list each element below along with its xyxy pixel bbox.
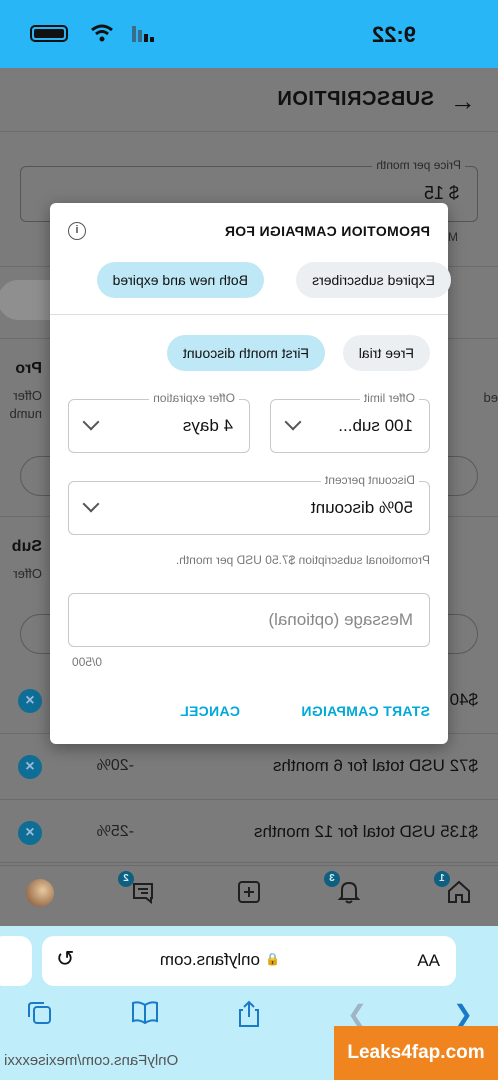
- promotions-sub-2: numb: [9, 406, 42, 421]
- promotions-sub-right: ed: [483, 390, 498, 405]
- info-icon[interactable]: i: [68, 222, 86, 240]
- promotions-sub: Offer: [13, 388, 42, 403]
- start-campaign-button[interactable]: START CAMPAIGN: [301, 703, 430, 719]
- price-label: Price per month: [372, 158, 465, 172]
- wifi-icon: [91, 24, 113, 42]
- messages-badge: 2: [118, 871, 134, 887]
- message-field[interactable]: Message (optional): [68, 593, 430, 647]
- messages-icon[interactable]: 2: [118, 871, 158, 909]
- bundles-title: Sub: [11, 538, 42, 555]
- home-icon[interactable]: 1: [434, 871, 474, 909]
- bookmarks-icon[interactable]: [130, 1000, 160, 1030]
- status-bar: 9:22: [0, 0, 498, 68]
- mirrored-screen: 9:22 ← SUBSCRIPTION Price per month $ 15…: [0, 0, 498, 1080]
- url-text: onlyfans.com: [159, 950, 260, 969]
- bundle-text: $135 USD total for 12 months: [254, 822, 478, 841]
- arrow-back-icon[interactable]: ←: [450, 86, 476, 117]
- address-bar[interactable]: AA 🔒 onlyfans.com ↻: [42, 936, 456, 986]
- avatar[interactable]: [26, 879, 54, 907]
- divider: [50, 314, 448, 315]
- chevron-down-icon: [82, 495, 100, 513]
- text-size-button[interactable]: AA: [417, 951, 440, 971]
- page-header: ← SUBSCRIPTION: [0, 68, 498, 132]
- reload-icon[interactable]: ↻: [56, 946, 74, 972]
- dialog-title: PROMOTION CAMPAIGN FOR: [224, 223, 430, 239]
- remove-icon[interactable]: ×: [18, 821, 42, 845]
- offer-expiration-select[interactable]: Offer expiration 4 days: [68, 391, 250, 453]
- lock-icon: 🔒: [265, 952, 280, 966]
- offer-expiration-value: 4 days: [182, 416, 233, 435]
- cellular-signal-icon: [132, 26, 154, 42]
- chip-first-month-discount[interactable]: First month discount: [166, 335, 325, 371]
- promotion-campaign-dialog: PROMOTION CAMPAIGN FOR i Expired subscri…: [50, 203, 451, 744]
- bell-icon[interactable]: 3: [324, 871, 364, 909]
- remove-icon[interactable]: ×: [18, 755, 42, 779]
- chevron-down-icon: [284, 413, 302, 431]
- chip-expired-subscribers[interactable]: Expired subscribers: [296, 262, 451, 298]
- chip-both-new-and-expired[interactable]: Both new and expired: [96, 262, 264, 298]
- cancel-button[interactable]: CANCEL: [180, 703, 240, 719]
- bundles-sub: Offer: [13, 566, 42, 581]
- bundle-percent: -25%: [96, 823, 134, 840]
- char-counter: 0/500: [71, 655, 102, 669]
- discount-percent-value: 50% discount: [310, 498, 413, 517]
- offer-limit-value: 100 sub...: [338, 416, 413, 435]
- discount-percent-select[interactable]: Discount percent 50% discount: [68, 473, 430, 535]
- home-badge: 1: [434, 871, 450, 887]
- price-value: $ 15: [423, 183, 459, 203]
- remove-icon[interactable]: ×: [18, 689, 42, 713]
- tabs-icon[interactable]: [24, 1000, 54, 1030]
- share-icon[interactable]: [234, 1000, 264, 1030]
- bundle-text: $72 USD total for 6 months: [272, 756, 478, 775]
- watermark-logo: Leaks4fap.com: [334, 1026, 498, 1080]
- page-title: SUBSCRIPTION: [276, 88, 434, 110]
- offer-expiration-label: Offer expiration: [149, 391, 239, 405]
- chip-free-trial[interactable]: Free trial: [342, 335, 430, 371]
- promotions-title: Pro: [15, 360, 42, 377]
- watermark-left: OnlyFans.com/mexisexxxi: [4, 1052, 179, 1069]
- battery-icon: [30, 25, 68, 42]
- promotional-price-note: Promotional subscription $7.50 USD per m…: [175, 553, 430, 567]
- offer-limit-select[interactable]: Offer limit 100 sub...: [270, 391, 430, 453]
- offer-limit-label: Offer limit: [359, 391, 419, 405]
- price-note: M: [448, 230, 458, 244]
- next-tab-preview[interactable]: [0, 936, 32, 986]
- bundle-percent: -20%: [96, 757, 134, 774]
- bottom-nav: 1 3 2: [0, 862, 498, 926]
- message-placeholder: Message (optional): [268, 610, 413, 629]
- notifications-badge: 3: [324, 871, 340, 887]
- add-post-icon[interactable]: [234, 879, 264, 909]
- bundle-row: $135 USD total for 12 months -25% ×: [0, 800, 498, 866]
- status-time: 9:22: [371, 22, 416, 47]
- chevron-down-icon: [82, 413, 100, 431]
- bundle-text: $40: [449, 690, 478, 709]
- discount-percent-label: Discount percent: [320, 473, 419, 487]
